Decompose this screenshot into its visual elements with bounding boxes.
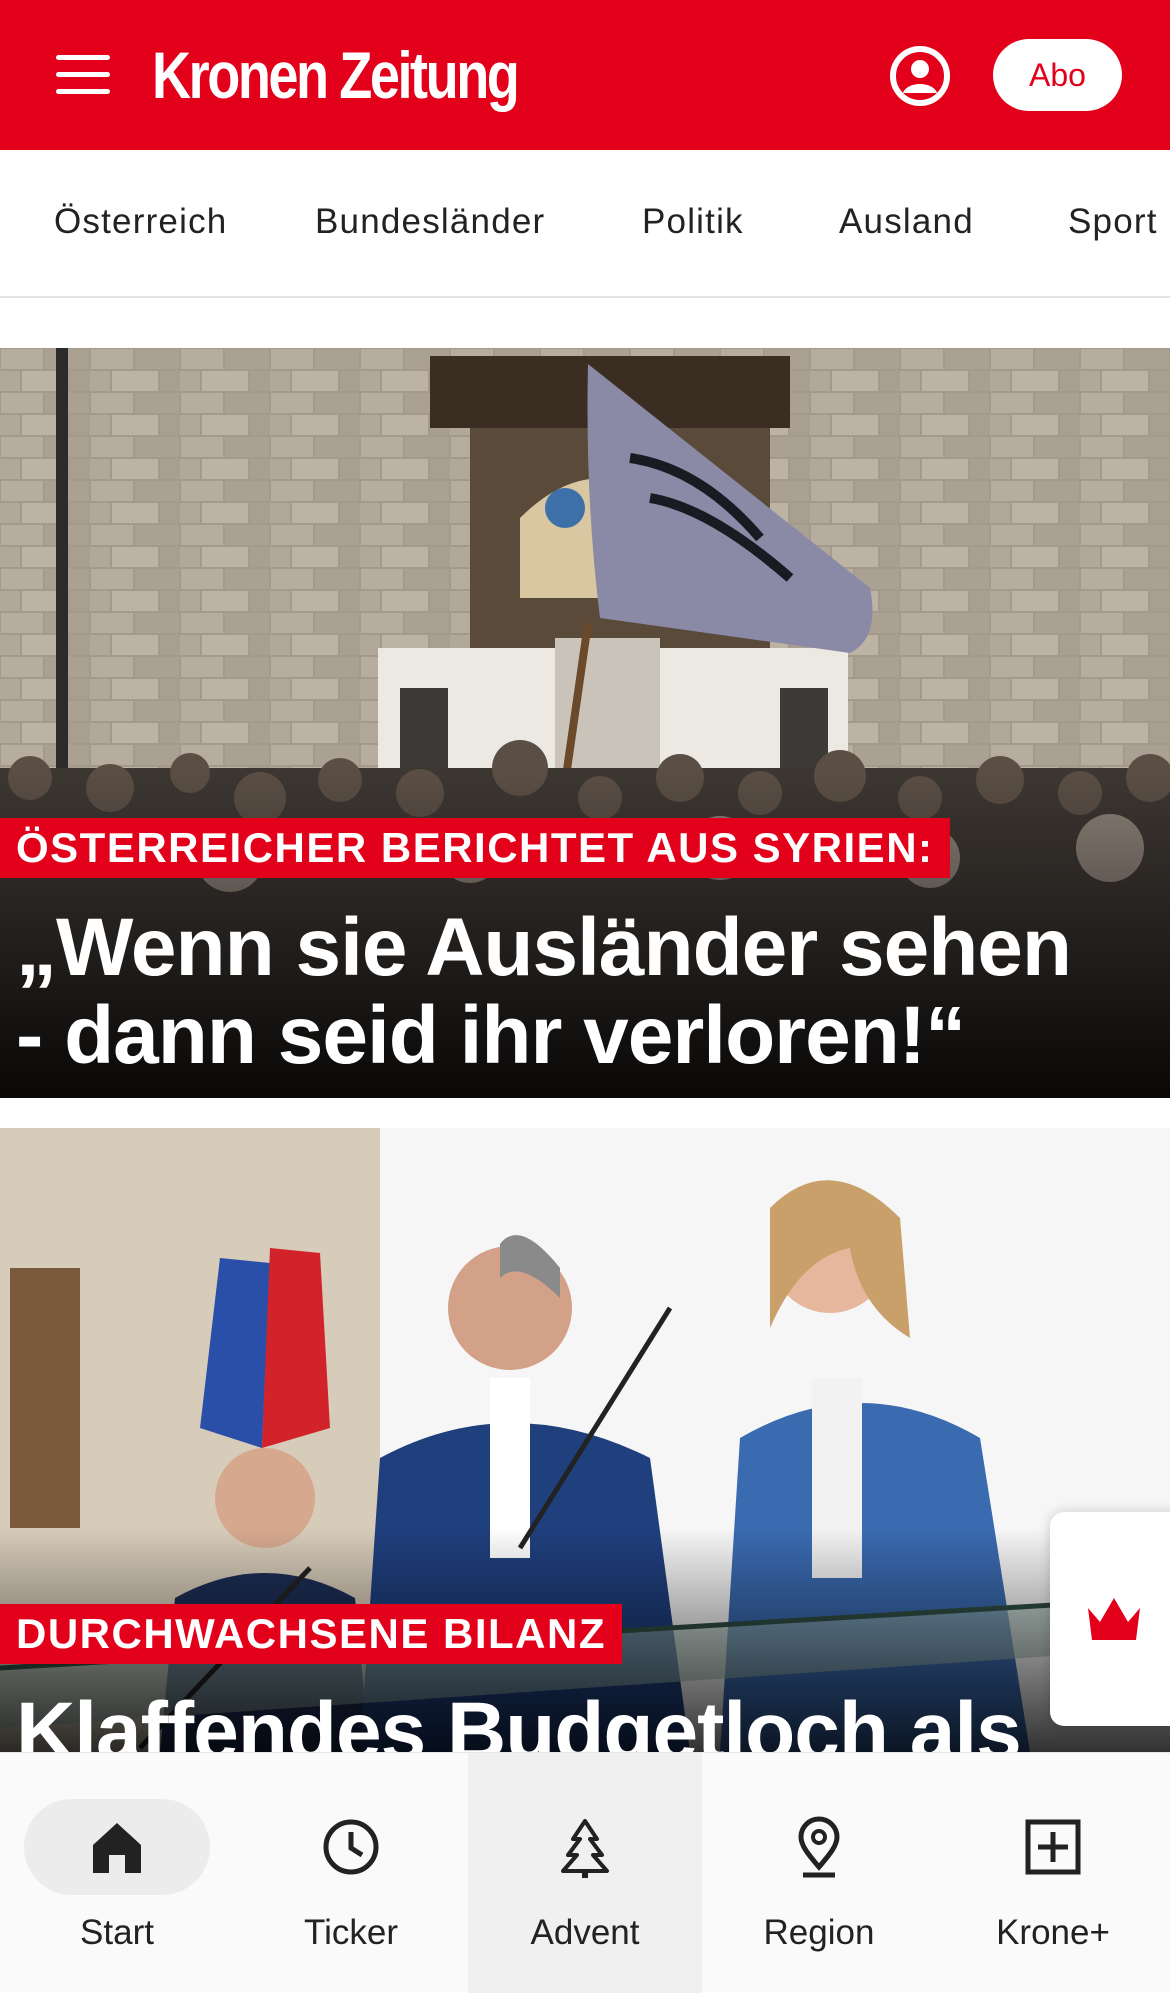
krone-floating-button[interactable] bbox=[1050, 1512, 1170, 1726]
article-card-1[interactable]: ÖSTERREICHER BERICHTET AUS SYRIEN: „Wenn… bbox=[0, 348, 1170, 1098]
nav-item-sport[interactable]: Sport bbox=[1068, 202, 1158, 242]
article-kicker: DURCHWACHSENE BILANZ bbox=[0, 1604, 622, 1664]
bottom-nav-label: Region bbox=[763, 1913, 875, 1952]
article-headline: Klaffendes Budgetloch als bbox=[16, 1686, 1022, 1753]
article-headline: „Wenn sie Ausländer sehen bbox=[16, 902, 1072, 993]
home-icon bbox=[93, 1823, 141, 1873]
bottom-nav-start[interactable]: Start bbox=[0, 1753, 234, 1993]
article-card-2[interactable]: DURCHWACHSENE BILANZ Klaffendes Budgetlo… bbox=[0, 1128, 1170, 1752]
hamburger-menu-icon[interactable] bbox=[50, 50, 118, 100]
krone-crown-icon bbox=[1088, 1598, 1140, 1640]
nav-item-ausland[interactable]: Ausland bbox=[839, 202, 974, 242]
nav-item-bundeslaender[interactable]: Bundesländer bbox=[315, 202, 545, 242]
article-headline-line-2: - dann seid ihr verloren!“ bbox=[16, 990, 966, 1081]
nav-item-politik[interactable]: Politik bbox=[642, 202, 744, 242]
bottom-nav-region[interactable]: Region bbox=[702, 1753, 936, 1993]
bottom-nav-label: Advent bbox=[530, 1913, 640, 1952]
bottom-nav-ticker[interactable]: Ticker bbox=[234, 1753, 468, 1993]
bottom-nav-label: Krone+ bbox=[996, 1913, 1110, 1952]
category-nav: Österreich Bundesländer Politik Ausland … bbox=[0, 150, 1170, 298]
location-pin-icon bbox=[798, 1816, 840, 1878]
app-header: Kronen Zeitung Abo bbox=[0, 0, 1170, 150]
user-circle-icon[interactable] bbox=[888, 44, 952, 108]
bottom-nav-krone-plus[interactable]: Krone+ bbox=[936, 1753, 1170, 1993]
abo-button[interactable]: Abo bbox=[993, 39, 1122, 111]
plus-box-icon bbox=[1025, 1819, 1081, 1875]
bottom-navigation: Start Ticker Advent Region Krone+ bbox=[0, 1752, 1170, 1993]
bottom-nav-label: Ticker bbox=[304, 1913, 398, 1952]
tree-icon bbox=[561, 1819, 609, 1878]
article-kicker: ÖSTERREICHER BERICHTET AUS SYRIEN: bbox=[0, 818, 950, 878]
clock-icon bbox=[323, 1819, 379, 1875]
bottom-nav-label: Start bbox=[80, 1913, 154, 1952]
bottom-nav-advent[interactable]: Advent bbox=[468, 1753, 702, 1993]
site-logo[interactable]: Kronen Zeitung bbox=[152, 34, 520, 116]
nav-item-oesterreich[interactable]: Österreich bbox=[54, 202, 227, 242]
